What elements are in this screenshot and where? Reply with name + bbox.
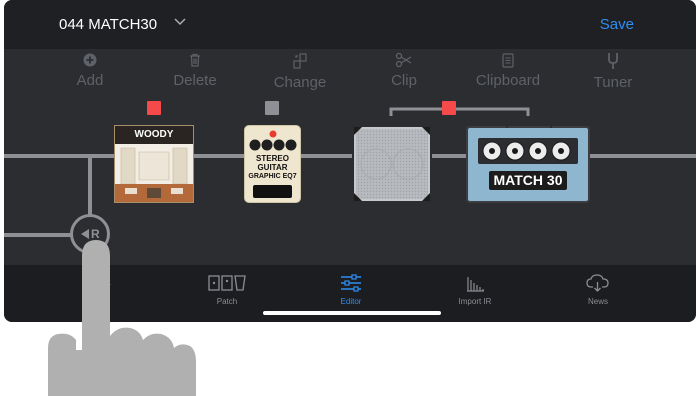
- tuning-fork-icon: [608, 53, 618, 69]
- tab-editor-label: Editor: [340, 297, 362, 306]
- speaker-grille-icon: [354, 127, 430, 201]
- studio-room-icon: [115, 144, 193, 202]
- tab-patch-label: Patch: [216, 297, 238, 306]
- tab-import-ir[interactable]: Import IR: [430, 273, 520, 306]
- tuner-label: Tuner: [593, 74, 633, 91]
- eq-led-icon: [269, 130, 277, 138]
- change-label: Change: [273, 74, 327, 91]
- tab-editor[interactable]: Editor: [306, 273, 396, 306]
- change-button[interactable]: Change: [255, 52, 345, 91]
- hand-pointer-icon: [48, 240, 196, 396]
- change-icon: [293, 53, 307, 69]
- amp-handle: [506, 122, 552, 128]
- clipboard-button[interactable]: Clipboard: [463, 52, 553, 89]
- tuner-button[interactable]: Tuner: [568, 52, 658, 91]
- add-button[interactable]: Add: [45, 52, 135, 89]
- save-button[interactable]: Save: [600, 16, 634, 33]
- return-badge-label: R: [91, 227, 100, 241]
- eq-footswitch: [253, 185, 292, 198]
- clipboard-icon: [502, 53, 514, 68]
- waveform-bars-icon: [467, 277, 484, 292]
- delete-button[interactable]: Delete: [150, 52, 240, 89]
- amp-name-plate: MATCH 30: [489, 171, 567, 190]
- header-bar: 044 MATCH30 Save: [4, 0, 696, 49]
- eq-block-stereo-graphic-eq7[interactable]: STEREO GUITAR GRAPHIC EQ7: [244, 125, 301, 203]
- delete-label: Delete: [173, 72, 217, 89]
- eq-label-line-1: STEREO: [256, 154, 289, 163]
- ir-block-toggle[interactable]: [147, 101, 161, 115]
- trash-icon: [190, 53, 200, 67]
- clip-label: Clip: [391, 72, 417, 89]
- play-left-icon: [81, 229, 89, 239]
- tab-news[interactable]: News: [553, 273, 643, 306]
- sliders-icon: [341, 274, 361, 292]
- eq-label-line-3: GRAPHIC EQ7: [248, 173, 297, 180]
- home-indicator: [263, 311, 441, 315]
- tab-news-label: News: [587, 297, 608, 306]
- scissors-icon: [395, 52, 412, 68]
- eq-block-toggle[interactable]: [265, 101, 279, 115]
- eq-knobs-icon: [249, 139, 297, 151]
- add-label: Add: [76, 72, 104, 89]
- ir-block-woody-studio[interactable]: WOODY STUDIO: [114, 125, 194, 203]
- clip-button[interactable]: Clip: [359, 52, 449, 89]
- amp-block-match-30[interactable]: MATCH 30: [466, 122, 590, 203]
- eq-label-line-2: GUITAR: [257, 163, 288, 172]
- tab-import-ir-label: Import IR: [458, 297, 492, 306]
- cab-block[interactable]: [352, 125, 432, 203]
- amp-knobs-icon: [478, 138, 578, 164]
- ir-block-title: WOODY STUDIO: [115, 126, 193, 158]
- preset-name[interactable]: 044 MATCH30: [59, 16, 157, 33]
- plus-circle-icon: [83, 53, 97, 67]
- clip-block-toggle[interactable]: [442, 101, 456, 115]
- chevron-down-icon[interactable]: [173, 14, 187, 33]
- patch-icon: [208, 275, 246, 291]
- cloud-download-icon: [586, 274, 609, 292]
- clipboard-label: Clipboard: [475, 72, 541, 89]
